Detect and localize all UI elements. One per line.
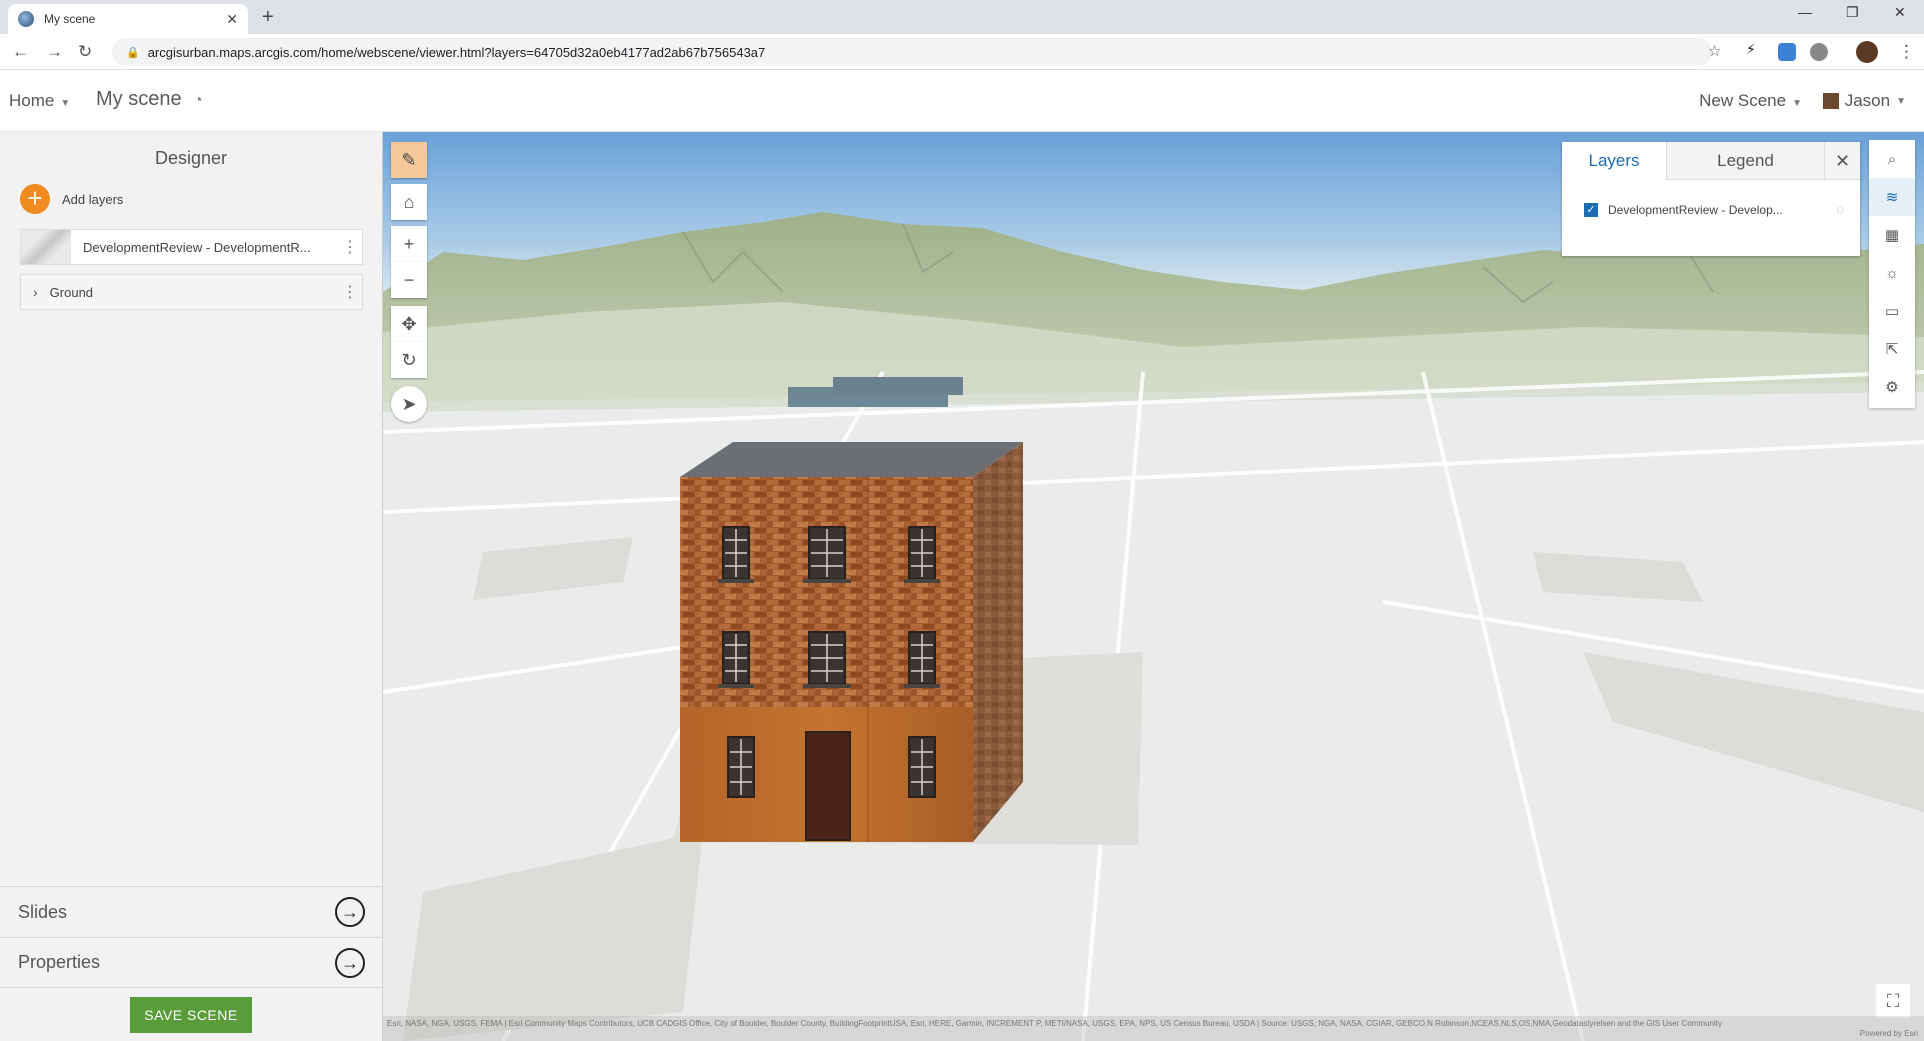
layer-view-icon[interactable]: ◌ — [1836, 202, 1844, 217]
layer-label: DevelopmentReview - Develop... — [1608, 202, 1783, 217]
attribution-bar: Esri, NASA, NGA, USGS, FEMA | Esri Commu… — [383, 1016, 1924, 1041]
edit-pencil-icon[interactable]: ✎ — [391, 142, 427, 178]
layer-label: DevelopmentReview - DevelopmentR... — [83, 239, 311, 255]
checkbox-checked-icon[interactable]: ✓ — [1584, 202, 1598, 217]
layer-visibility-row[interactable]: ✓ DevelopmentReview - Develop... ◌ — [1584, 202, 1844, 217]
forward-icon[interactable]: → — [46, 42, 63, 62]
layer-label: Ground — [49, 284, 94, 300]
chevron-down-icon: ▼ — [1896, 95, 1906, 107]
browser-tab[interactable]: My scene ✕ — [8, 4, 248, 34]
zoom-in-icon[interactable]: + — [391, 226, 427, 262]
bookmark-star-icon[interactable]: ☆ — [1708, 42, 1721, 60]
chevron-right-icon[interactable]: › — [33, 284, 38, 300]
close-window-icon[interactable]: ✕ — [1894, 4, 1906, 21]
new-scene-label: New Scene — [1699, 91, 1787, 110]
tab-legend[interactable]: Legend — [1666, 142, 1824, 180]
add-icon: + — [20, 184, 50, 214]
close-icon[interactable]: ✕ — [1824, 142, 1860, 180]
scene-view[interactable]: ✎ ⌂ + − ✥ ↻ ➤ Layers Legend ✕ ✓ Developm… — [383, 132, 1924, 1041]
restore-icon[interactable]: ❐ — [1846, 4, 1859, 21]
browser-menu-icon[interactable]: ⋮ — [1898, 42, 1915, 62]
scene-canvas — [383, 212, 1924, 1041]
layer-item-developmentreview[interactable]: DevelopmentReview - DevelopmentR... ⋮ — [20, 229, 363, 265]
scene-title[interactable]: My scene ◔ — [96, 88, 203, 111]
new-scene-menu[interactable]: New Scene ▼ — [1699, 91, 1802, 111]
rotate-icon[interactable]: ↻ — [391, 342, 427, 378]
chevron-down-icon: ▼ — [60, 98, 71, 109]
layer-options-icon[interactable]: ⋮ — [338, 282, 362, 302]
basemap-gallery-icon[interactable]: ▦ — [1869, 216, 1915, 254]
layers-icon[interactable]: ≋ — [1869, 178, 1915, 216]
add-layers-button[interactable]: + Add layers — [20, 184, 123, 214]
attribution-text: Esri, NASA, NGA, USGS, FEMA | Esri Commu… — [387, 1019, 1722, 1028]
save-scene-button[interactable]: SAVE SCENE — [130, 997, 252, 1033]
properties-section[interactable]: Properties → — [0, 937, 383, 988]
settings-icon[interactable]: ⚙ — [1869, 368, 1915, 406]
lock-icon: 🔒 — [126, 46, 140, 59]
new-tab-icon[interactable]: + — [262, 6, 274, 29]
right-toolbar: ⌕ ≋ ▦ ☼ ▭ ⇱ ⚙ — [1869, 140, 1915, 408]
extension-bolt-icon[interactable]: ⚡ — [1746, 41, 1764, 59]
url-field[interactable]: 🔒 arcgisurban.maps.arcgis.com/home/websc… — [112, 38, 1712, 66]
tab-layers[interactable]: Layers — [1562, 142, 1666, 180]
address-bar-row: ← → ↻ 🔒 arcgisurban.maps.arcgis.com/home… — [0, 34, 1924, 70]
scene-title-text: My scene — [96, 88, 182, 110]
url-text: arcgisurban.maps.arcgis.com/home/webscen… — [147, 44, 766, 60]
globe-icon — [18, 11, 34, 27]
user-menu[interactable]: Jason ▼ — [1822, 91, 1906, 111]
slides-section[interactable]: Slides → — [0, 886, 383, 937]
extension-chat-icon[interactable] — [1778, 43, 1796, 61]
measure-icon[interactable]: ▭ — [1869, 292, 1915, 330]
avatar — [1822, 93, 1839, 109]
home-menu[interactable]: Home ▼ — [9, 91, 70, 111]
profile-avatar[interactable] — [1856, 41, 1878, 63]
extension-circle-icon[interactable] — [1810, 43, 1828, 61]
user-name: Jason — [1844, 91, 1891, 110]
designer-title: Designer — [154, 148, 228, 168]
home-label: Home — [9, 91, 55, 110]
layer-item-ground[interactable]: › Ground ⋮ — [20, 274, 363, 310]
designer-panel: Designer + Add layers DevelopmentReview … — [0, 132, 383, 1041]
add-layers-label: Add layers — [62, 191, 124, 207]
daylight-icon[interactable]: ☼ — [1869, 254, 1915, 292]
fullscreen-icon[interactable]: ⛶ — [1876, 984, 1910, 1018]
compass-icon[interactable]: ➤ — [391, 386, 427, 422]
pan-icon[interactable]: ✥ — [391, 306, 427, 342]
layers-panel: Layers Legend ✕ ✓ DevelopmentReview - De… — [1562, 142, 1860, 256]
app-header: Home ▼ My scene ◔ New Scene ▼ Jason ▼ — [0, 71, 1924, 132]
layer-thumbnail — [21, 230, 71, 264]
properties-label: Properties — [18, 952, 101, 972]
home-view-icon[interactable]: ⌂ — [391, 184, 427, 220]
zoom-out-icon[interactable]: − — [391, 262, 427, 298]
layer-options-icon[interactable]: ⋮ — [338, 237, 362, 257]
close-tab-icon[interactable]: ✕ — [226, 11, 238, 28]
search-icon[interactable]: ⌕ — [1869, 140, 1915, 178]
tab-title: My scene — [44, 12, 96, 26]
reload-icon[interactable]: ↻ — [78, 42, 92, 62]
slides-label: Slides — [18, 901, 68, 922]
browser-tab-bar: My scene ✕ + — ❐ ✕ — [0, 0, 1924, 34]
scene-info-icon[interactable]: ◔ — [193, 92, 203, 109]
chevron-down-icon: ▼ — [1792, 98, 1802, 109]
arrow-right-icon[interactable]: → — [335, 947, 365, 978]
back-icon[interactable]: ← — [12, 42, 29, 62]
powered-by-esri[interactable]: Powered by Esri — [1860, 1029, 1918, 1039]
arrow-right-icon[interactable]: → — [335, 897, 365, 927]
share-icon[interactable]: ⇱ — [1869, 330, 1915, 368]
minimize-icon[interactable]: — — [1798, 4, 1812, 20]
